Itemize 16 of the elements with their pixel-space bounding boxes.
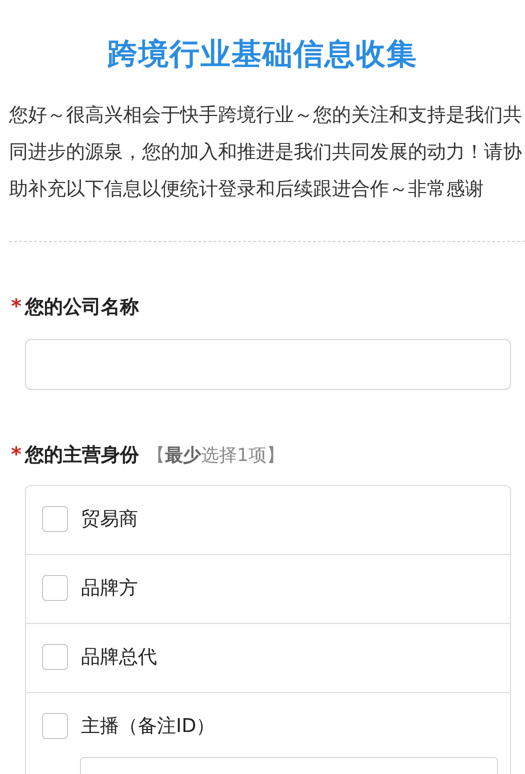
- option-label[interactable]: 品牌方: [81, 575, 138, 601]
- option-label[interactable]: 贸易商: [81, 506, 138, 532]
- intro-text: 您好～很高兴相会于快手跨境行业～您的关注和支持是我们共同进步的源泉，您的加入和推进是我们共同发展的动力！请协助补充以下信息以便统计登录和后续跟进合作～非常感谢: [9, 103, 523, 202]
- checkbox[interactable]: [42, 644, 68, 670]
- required-mark: *: [11, 442, 22, 466]
- form-title: 跨境行业基础信息收集: [106, 36, 418, 74]
- input-field[interactable]: [25, 339, 511, 390]
- question-hint: 【最少选择1项】: [147, 444, 284, 467]
- checkbox[interactable]: [42, 575, 68, 601]
- option-label[interactable]: 主播（备注ID）: [81, 713, 216, 739]
- option-label[interactable]: 品牌总代: [81, 644, 157, 670]
- question-label: 您的主营身份: [25, 443, 139, 468]
- required-mark: *: [11, 294, 22, 318]
- checkbox[interactable]: [42, 713, 68, 739]
- checkbox[interactable]: [42, 506, 68, 532]
- question-label: 您的公司名称: [25, 295, 139, 320]
